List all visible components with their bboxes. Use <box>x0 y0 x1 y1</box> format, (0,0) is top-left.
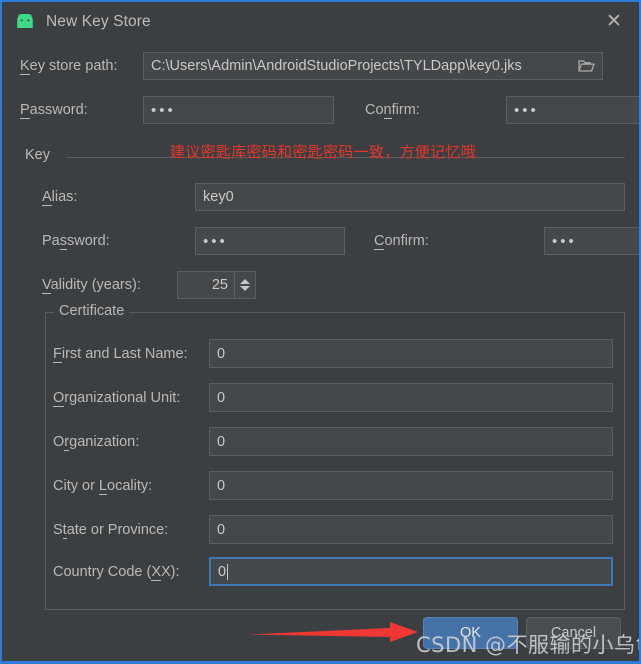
new-key-store-dialog: New Key Store ✕ Key store path: C:\Users… <box>0 0 641 664</box>
cert-row-first-last-name: First and Last Name: 0 <box>53 339 613 368</box>
close-icon[interactable]: ✕ <box>597 5 631 37</box>
key-alias-row: Alias: key0 <box>42 183 625 211</box>
android-robot-icon <box>14 11 36 33</box>
chinese-annotation: 建议密匙库密码和密匙密码一致，方便记忆哦 <box>170 143 477 161</box>
cert-organizational-unit-value: 0 <box>217 389 226 406</box>
cert-row-state-or-province: State or Province: 0 <box>53 515 613 544</box>
keystore-path-value: C:\Users\Admin\AndroidStudioProjects\TYL… <box>151 58 522 74</box>
cert-organization-value: 0 <box>217 433 226 450</box>
keystore-path-input[interactable]: C:\Users\Admin\AndroidStudioProjects\TYL… <box>143 52 603 80</box>
keystore-password-value: ••• <box>151 101 176 119</box>
cert-state-or-province-value: 0 <box>217 521 226 538</box>
keystore-confirm-label: Confirm: <box>365 102 420 119</box>
key-confirm-value: ••• <box>552 232 577 250</box>
cert-state-or-province-label: State or Province: <box>53 521 169 539</box>
cert-country-code-value: 0 <box>218 563 227 580</box>
keystore-password-input[interactable]: ••• <box>143 96 334 124</box>
key-password-input[interactable]: ••• <box>195 227 345 255</box>
cert-first-last-name-input[interactable]: 0 <box>209 339 613 368</box>
certificate-group: Certificate First and Last Name: 0 Organ… <box>45 303 625 610</box>
cert-city-or-locality-input[interactable]: 0 <box>209 471 613 500</box>
red-arrow-annotation <box>248 622 418 642</box>
keystore-confirm-input[interactable]: ••• <box>506 96 639 124</box>
cert-organization-input[interactable]: 0 <box>209 427 613 456</box>
window-title: New Key Store <box>46 13 151 30</box>
keystore-password-label: Password: <box>20 102 88 119</box>
cert-state-or-province-input[interactable]: 0 <box>209 515 613 544</box>
cert-organization-label: Organization: <box>53 433 140 451</box>
cert-first-last-name-value: 0 <box>217 345 226 362</box>
keystore-path-row: Key store path: C:\Users\Admin\AndroidSt… <box>20 52 625 80</box>
title-bar: New Key Store ✕ <box>2 2 639 42</box>
cert-row-organization: Organization: 0 <box>53 427 613 456</box>
cert-first-last-name-label: First and Last Name: <box>53 345 188 363</box>
cert-row-organizational-unit: Organizational Unit: 0 <box>53 383 613 412</box>
cert-country-code-label: Country Code (XX): <box>53 563 180 581</box>
keystore-password-row: Password: ••• Confirm: ••• <box>20 96 639 124</box>
cert-city-or-locality-label: City or Locality: <box>53 477 153 495</box>
key-validity-label: Validity (years): <box>42 277 141 294</box>
validity-input[interactable]: 25 <box>177 271 235 299</box>
chevron-up-icon[interactable] <box>240 279 250 284</box>
key-password-label: Password: <box>42 233 110 250</box>
cert-country-code-input[interactable]: 0 <box>209 557 613 586</box>
chevron-down-icon[interactable] <box>240 286 250 291</box>
text-caret <box>227 563 229 580</box>
key-password-value: ••• <box>203 232 228 250</box>
validity-value: 25 <box>211 277 228 293</box>
cert-row-country-code: Country Code (XX): 0 <box>53 557 613 586</box>
cert-organizational-unit-input[interactable]: 0 <box>209 383 613 412</box>
key-alias-label: Alias: <box>42 189 78 206</box>
key-alias-input[interactable]: key0 <box>195 183 625 211</box>
cert-organizational-unit-label: Organizational Unit: <box>53 389 181 407</box>
keystore-path-label: Key store path: <box>20 58 118 75</box>
keystore-confirm-value: ••• <box>514 101 539 119</box>
key-alias-value: key0 <box>203 189 234 205</box>
key-validity-row: Validity (years): 25 <box>42 271 256 299</box>
key-password-row: Password: ••• Confirm: ••• <box>42 227 639 255</box>
csdn-watermark: CSDN @不服输的小乌龟 <box>416 633 641 657</box>
cert-city-or-locality-value: 0 <box>217 477 226 494</box>
key-confirm-label: Confirm: <box>374 233 429 250</box>
folder-icon[interactable] <box>578 60 595 73</box>
key-confirm-input[interactable]: ••• <box>544 227 639 255</box>
cert-row-city-or-locality: City or Locality: 0 <box>53 471 613 500</box>
validity-spin-buttons[interactable] <box>235 271 256 299</box>
validity-stepper[interactable]: 25 <box>177 271 256 299</box>
certificate-group-legend: Certificate <box>54 303 130 319</box>
key-group-legend: Key <box>25 147 57 163</box>
